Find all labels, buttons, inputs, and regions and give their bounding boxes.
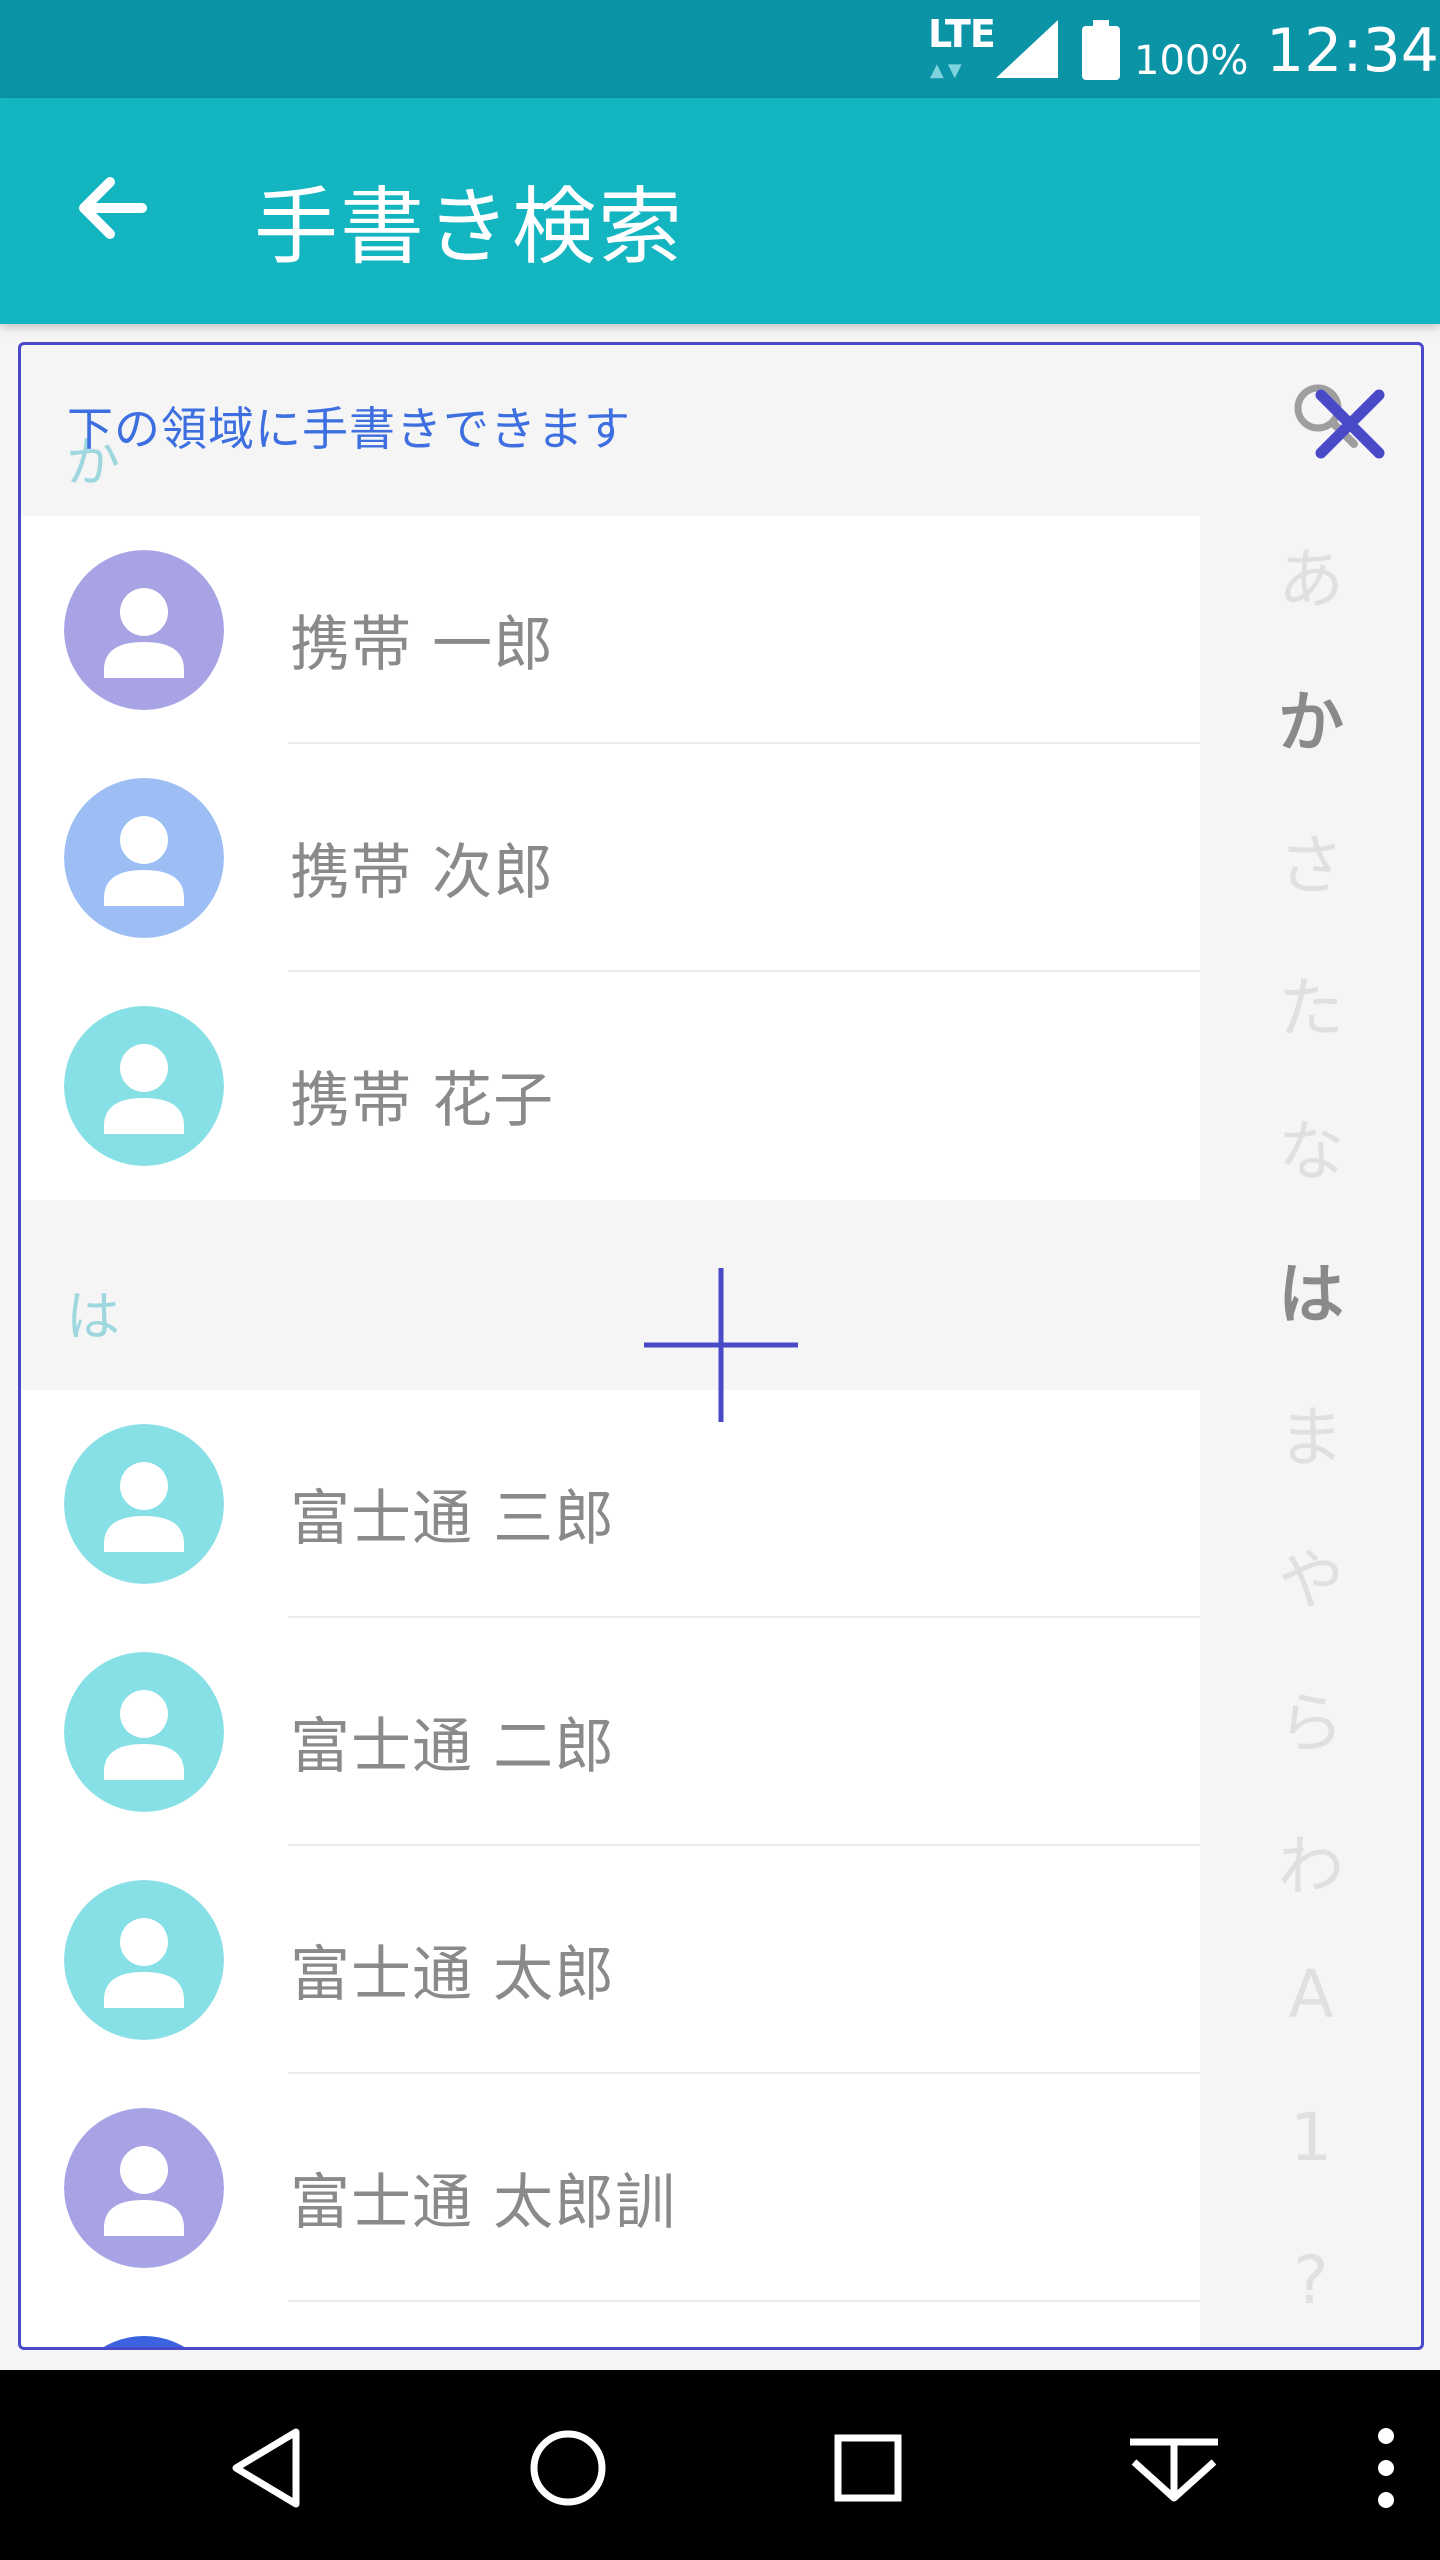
index-item-latin[interactable]: A xyxy=(1200,1956,1422,2033)
signal-icon xyxy=(996,20,1058,78)
data-activity-icon: ▲▼ xyxy=(930,60,966,81)
index-bar[interactable]: あ か さ た な は ま や ら わ A 1 ? xyxy=(1200,346,1422,2350)
section-header-ka: か xyxy=(20,346,1200,516)
status-bar: LTE ▲▼ 100% 12:34 xyxy=(0,0,1440,98)
index-item-sa[interactable]: さ xyxy=(1200,812,1422,908)
overflow-icon[interactable] xyxy=(1336,2418,1436,2518)
hide-keyboard-icon[interactable] xyxy=(1124,2418,1224,2518)
index-item-ya[interactable]: や xyxy=(1200,1527,1422,1623)
avatar xyxy=(64,1006,224,1166)
person-icon xyxy=(64,1880,224,2040)
avatar xyxy=(64,778,224,938)
index-item-ka[interactable]: か xyxy=(1200,669,1422,765)
person-icon xyxy=(64,550,224,710)
back-icon[interactable] xyxy=(218,2418,318,2518)
avatar xyxy=(64,2336,224,2350)
avatar xyxy=(64,2108,224,2268)
contact-row[interactable]: 富士通 太郎訓 xyxy=(20,2074,1200,2302)
back-arrow-icon[interactable] xyxy=(72,168,152,248)
navigation-bar xyxy=(0,2370,1440,2560)
avatar xyxy=(64,1424,224,1584)
person-icon xyxy=(64,2108,224,2268)
index-item-ra[interactable]: ら xyxy=(1200,1670,1422,1766)
crosshair-cursor-icon xyxy=(644,1268,798,1422)
contact-row[interactable]: 富士通 三郎 xyxy=(20,1390,1200,1618)
avatar xyxy=(64,550,224,710)
person-icon xyxy=(64,778,224,938)
contact-row[interactable] xyxy=(20,2302,1200,2350)
section-letter: は xyxy=(66,1285,120,1348)
person-icon xyxy=(64,1006,224,1166)
contact-name: 携帯 次郎 xyxy=(290,838,555,908)
index-item-number[interactable]: 1 xyxy=(1200,2099,1422,2176)
section-letter: か xyxy=(66,431,120,494)
section-header-ha: は xyxy=(20,1200,1200,1370)
network-type: LTE xyxy=(928,12,996,56)
index-item-ha[interactable]: は xyxy=(1200,1241,1422,1337)
index-item-ta[interactable]: た xyxy=(1200,955,1422,1051)
index-item-a[interactable]: あ xyxy=(1200,526,1422,622)
contact-row[interactable]: 携帯 一郎 xyxy=(20,516,1200,744)
contact-row[interactable]: 富士通 二郎 xyxy=(20,1618,1200,1846)
avatar xyxy=(64,1880,224,2040)
index-item-wa[interactable]: わ xyxy=(1200,1813,1422,1909)
index-item-ma[interactable]: ま xyxy=(1200,1384,1422,1480)
contact-name: 富士通 二郎 xyxy=(290,1712,616,1782)
contact-row[interactable]: 富士通 太郎 xyxy=(20,1846,1200,2074)
app-bar: 手書き検索 xyxy=(0,98,1440,324)
page-title: 手書き検索 xyxy=(254,178,685,276)
person-icon xyxy=(64,1652,224,1812)
contact-row[interactable]: 携帯 次郎 xyxy=(20,744,1200,972)
home-icon[interactable] xyxy=(518,2418,618,2518)
contact-name: 富士通 太郎訓 xyxy=(290,2168,677,2238)
person-icon xyxy=(64,1424,224,1584)
contact-row[interactable]: 携帯 花子 xyxy=(20,972,1200,1200)
contact-name: 携帯 花子 xyxy=(290,1066,555,1136)
contact-list[interactable]: か 携帯 一郎 携帯 次郎 携帯 花子 は 富士通 三郎 富士通 二郎 富士通 … xyxy=(20,346,1200,2350)
close-icon[interactable] xyxy=(1307,381,1393,467)
contact-name: 富士通 三郎 xyxy=(290,1484,616,1554)
recents-icon[interactable] xyxy=(818,2418,918,2518)
battery-percent: 100% xyxy=(1134,38,1249,84)
contact-name: 携帯 一郎 xyxy=(290,610,555,680)
avatar xyxy=(64,1652,224,1812)
index-item-other[interactable]: ? xyxy=(1200,2242,1422,2319)
index-item-na[interactable]: な xyxy=(1200,1098,1422,1194)
battery-icon xyxy=(1082,20,1120,80)
contact-name: 富士通 太郎 xyxy=(290,1940,616,2010)
clock: 12:34 xyxy=(1266,16,1439,86)
